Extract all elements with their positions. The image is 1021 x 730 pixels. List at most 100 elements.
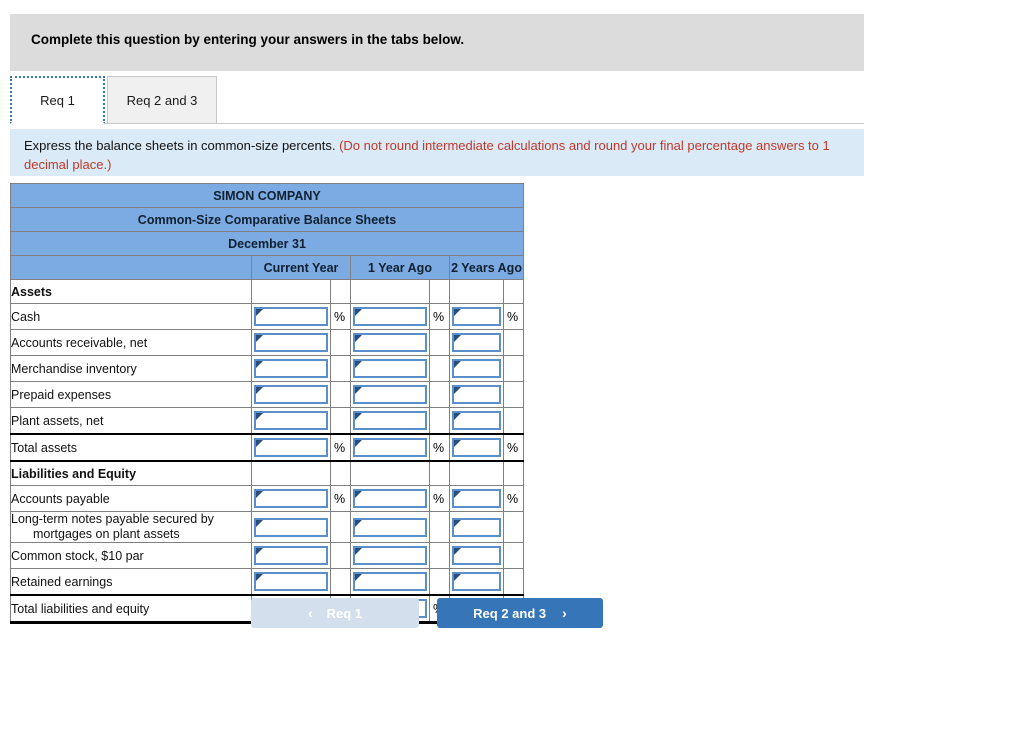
percent-symbol-r8-c1: %: [429, 485, 450, 512]
input-cell-r11-c2[interactable]: [449, 568, 504, 596]
percent-input-r9-c0[interactable]: [254, 517, 328, 537]
percent-input-r10-c2[interactable]: [452, 546, 501, 565]
input-cell-r2-c1[interactable]: [350, 329, 430, 356]
percent-input-r10-c1[interactable]: [353, 546, 427, 565]
tab-req-1[interactable]: Req 1: [10, 76, 105, 124]
percent-input-r1-c0[interactable]: [254, 307, 328, 326]
percent-input-r6-c0[interactable]: [254, 438, 328, 457]
percent-input-r8-c1[interactable]: [353, 489, 427, 508]
sheet-data-row: Plant assets, net: [10, 407, 525, 435]
percent-symbol-r3-c1: [429, 355, 450, 382]
percent-input-r5-c1[interactable]: [353, 411, 427, 430]
sheet-data-row: Retained earnings: [10, 568, 525, 596]
percent-input-r6-c1[interactable]: [353, 438, 427, 457]
percent-input-r11-c2[interactable]: [452, 572, 501, 591]
percent-input-r2-c0[interactable]: [254, 333, 328, 352]
sheet-column-header-row: Current Year 1 Year Ago 2 Years Ago: [10, 255, 525, 280]
input-cell-r6-c1[interactable]: [350, 433, 430, 462]
input-cell-r9-c1[interactable]: [350, 511, 430, 543]
input-cell-r10-c2[interactable]: [449, 542, 504, 569]
percent-input-r11-c0[interactable]: [254, 572, 328, 591]
tab-req-1-label: Req 1: [40, 92, 75, 108]
sheet-data-row: Prepaid expenses: [10, 381, 525, 408]
input-cell-r3-c1[interactable]: [350, 355, 430, 382]
section-spacer-pct-cell: [330, 279, 351, 304]
percent-input-r2-c2[interactable]: [452, 333, 501, 352]
percent-symbol-r11-c0: [330, 568, 351, 596]
input-cell-r2-c2[interactable]: [449, 329, 504, 356]
input-cell-r4-c2[interactable]: [449, 381, 504, 408]
percent-symbol-r6-c2: %: [502, 433, 525, 462]
percent-symbol-r9-c1: [429, 511, 450, 543]
instruction-main-text: Express the balance sheets in common-siz…: [24, 138, 336, 153]
tab-req-2-and-3-label: Req 2 and 3: [126, 92, 198, 108]
input-cell-r8-c0[interactable]: [251, 485, 331, 512]
percent-input-r5-c2[interactable]: [452, 411, 501, 430]
section-spacer-pct-cell: [502, 460, 525, 486]
percent-input-r3-c2[interactable]: [452, 359, 501, 378]
input-cell-r10-c1[interactable]: [350, 542, 430, 569]
percent-input-r8-c0[interactable]: [254, 489, 328, 508]
row-label-line2: mortgages on plant assets: [33, 527, 180, 541]
percent-input-r10-c0[interactable]: [254, 546, 328, 565]
percent-input-r5-c0[interactable]: [254, 411, 328, 430]
column-header-3: 2 Years Ago: [448, 255, 525, 280]
input-cell-r9-c2[interactable]: [449, 511, 504, 543]
input-cell-r5-c2[interactable]: [449, 407, 504, 435]
sheet-period: December 31: [9, 231, 525, 256]
column-header-1: Current Year: [251, 255, 351, 280]
percent-input-r1-c1[interactable]: [353, 307, 427, 326]
input-cell-r9-c0[interactable]: [251, 511, 331, 543]
input-cell-r2-c0[interactable]: [251, 329, 331, 356]
percent-input-r4-c2[interactable]: [452, 385, 501, 404]
percent-symbol-r5-c1: [429, 407, 450, 435]
percent-input-r1-c2[interactable]: [452, 307, 501, 326]
percent-input-r9-c2[interactable]: [452, 517, 501, 537]
row-label-11: Retained earnings: [10, 568, 252, 596]
input-cell-r6-c0[interactable]: [251, 433, 331, 462]
input-cell-r1-c2[interactable]: [449, 303, 504, 330]
percent-input-r3-c1[interactable]: [353, 359, 427, 378]
input-cell-r1-c0[interactable]: [251, 303, 331, 330]
input-cell-r8-c1[interactable]: [350, 485, 430, 512]
percent-symbol-r5-c0: [330, 407, 351, 435]
input-cell-r10-c0[interactable]: [251, 542, 331, 569]
row-label-4: Prepaid expenses: [10, 381, 252, 408]
input-cell-r11-c1[interactable]: [350, 568, 430, 596]
input-cell-r5-c0[interactable]: [251, 407, 331, 435]
section-spacer-pct-cell: [502, 279, 525, 304]
section-spacer-cell: [251, 460, 331, 486]
percent-symbol-r5-c2: [502, 407, 525, 435]
sheet-section-row: Assets: [10, 279, 525, 304]
percent-input-r8-c2[interactable]: [452, 489, 501, 508]
input-cell-r3-c0[interactable]: [251, 355, 331, 382]
input-cell-r4-c0[interactable]: [251, 381, 331, 408]
percent-symbol-r1-c2: %: [502, 303, 525, 330]
percent-symbol-r2-c0: [330, 329, 351, 356]
row-label-1: Cash: [10, 303, 252, 330]
next-req-button[interactable]: Req 2 and 3 ›: [437, 598, 603, 628]
percent-input-r4-c0[interactable]: [254, 385, 328, 404]
percent-input-r11-c1[interactable]: [353, 572, 427, 591]
percent-input-r4-c1[interactable]: [353, 385, 427, 404]
tab-req-2-and-3[interactable]: Req 2 and 3: [107, 76, 217, 124]
percent-input-r9-c1[interactable]: [353, 517, 427, 537]
input-cell-r6-c2[interactable]: [449, 433, 504, 462]
percent-symbol-r4-c1: [429, 381, 450, 408]
input-cell-r3-c2[interactable]: [449, 355, 504, 382]
percent-symbol-r9-c2: [502, 511, 525, 543]
input-cell-r1-c1[interactable]: [350, 303, 430, 330]
sheet-section-row: Liabilities and Equity: [10, 460, 525, 486]
input-cell-r5-c1[interactable]: [350, 407, 430, 435]
input-cell-r4-c1[interactable]: [350, 381, 430, 408]
percent-input-r3-c0[interactable]: [254, 359, 328, 378]
input-cell-r8-c2[interactable]: [449, 485, 504, 512]
percent-symbol-r8-c0: %: [330, 485, 351, 512]
percent-symbol-r4-c2: [502, 381, 525, 408]
input-cell-r11-c0[interactable]: [251, 568, 331, 596]
prev-req-button-label: Req 1: [326, 605, 363, 621]
percent-input-r2-c1[interactable]: [353, 333, 427, 352]
prev-req-button[interactable]: ‹ Req 1: [251, 598, 419, 628]
percent-input-r6-c2[interactable]: [452, 438, 501, 457]
percent-symbol-r10-c0: [330, 542, 351, 569]
